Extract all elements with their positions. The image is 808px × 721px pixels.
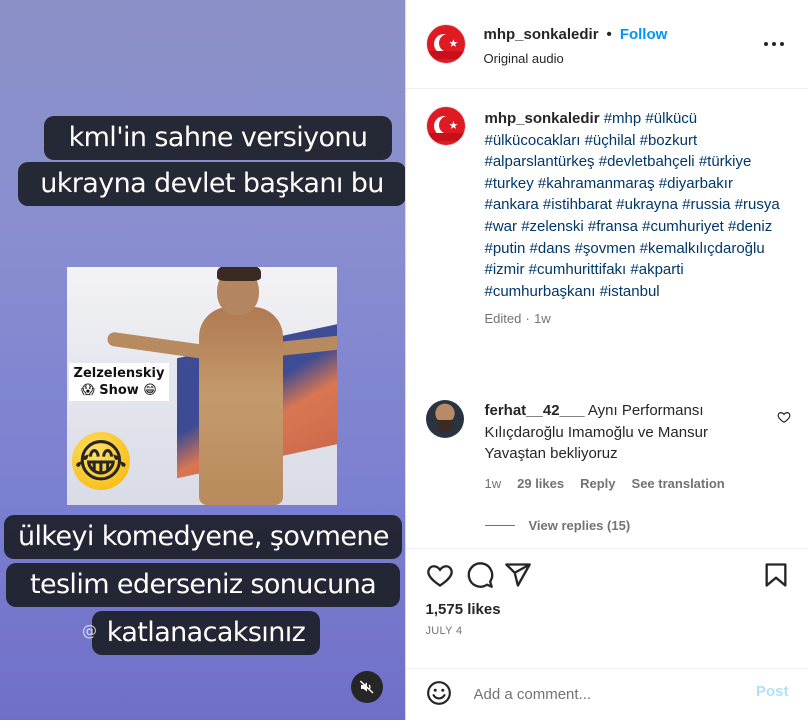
caption-author-avatar[interactable]: ★ bbox=[426, 106, 466, 146]
hashtag-link[interactable]: #fransa bbox=[588, 218, 638, 235]
edited-label: Edited bbox=[485, 311, 522, 326]
hashtag-list: #mhp #ülkücü #ülkücocakları #üçhilal #bo… bbox=[485, 110, 780, 300]
sticker-line-2: 😱 Show 😁 bbox=[69, 382, 169, 399]
comment-bubble-icon[interactable] bbox=[466, 561, 494, 589]
hashtag-link[interactable]: #ülkücü bbox=[645, 110, 697, 127]
hashtag-link[interactable]: #cumhurittifakı bbox=[529, 261, 627, 278]
comment-time[interactable]: 1w bbox=[485, 476, 502, 491]
hashtag-link[interactable]: #dans bbox=[530, 240, 571, 257]
post-header: ★ mhp_sonkaledir • Follow Original audio bbox=[406, 0, 808, 89]
add-comment-input[interactable] bbox=[472, 681, 736, 707]
hashtag-link[interactable]: #istihbarat bbox=[543, 196, 612, 213]
post-comment-button[interactable]: Post bbox=[756, 683, 789, 700]
hashtag-link[interactable]: #devletbahçeli bbox=[599, 153, 695, 170]
comment-like-heart-icon[interactable] bbox=[777, 410, 791, 424]
author-username[interactable]: mhp_sonkaledir bbox=[484, 26, 599, 43]
post-date[interactable]: JULY 4 bbox=[426, 625, 463, 637]
add-comment-bar: Post bbox=[406, 668, 808, 721]
video-caption-top-1: kml'in sahne versiyonu bbox=[44, 116, 392, 160]
hashtag-link[interactable]: #ukrayna bbox=[616, 196, 678, 213]
save-bookmark-icon[interactable] bbox=[762, 561, 790, 589]
laughing-emoji-icon: 😂 bbox=[72, 432, 130, 490]
share-paper-plane-icon[interactable] bbox=[504, 561, 532, 589]
more-horizontal-icon bbox=[764, 42, 768, 46]
caption-meta: Edited · 1w bbox=[485, 308, 785, 330]
view-replies-button[interactable]: View replies (15) bbox=[485, 518, 631, 533]
view-replies-label: View replies (15) bbox=[529, 518, 631, 533]
more-dot bbox=[772, 42, 776, 46]
comment: ferhat__42___ Aynı Performansı Kılıçdaro… bbox=[485, 400, 760, 465]
video-caption-top-2: ukrayna devlet başkanı bu bbox=[18, 162, 405, 206]
hashtag-link[interactable]: #cumhurbaşkanı bbox=[485, 283, 596, 300]
hashtag-link[interactable]: #akparti bbox=[630, 261, 683, 278]
post-side-panel: ★ mhp_sonkaledir • Follow Original audio… bbox=[405, 0, 808, 720]
video-caption-bottom-3: katlanacaksınız bbox=[92, 611, 320, 655]
hashtag-link[interactable]: #cumhuriyet bbox=[642, 218, 724, 235]
star-icon: ★ bbox=[449, 119, 459, 132]
hashtag-link[interactable]: #zelenski bbox=[521, 218, 584, 235]
reply-button[interactable]: Reply bbox=[580, 476, 615, 491]
comment-meta: 1w 29 likes Reply See translation bbox=[485, 476, 725, 491]
performer-figure bbox=[199, 307, 283, 505]
star-icon: ★ bbox=[449, 37, 459, 50]
avatar-ribbon bbox=[427, 51, 466, 59]
edited-separator: · bbox=[526, 311, 530, 326]
emoji-smile-icon[interactable] bbox=[426, 680, 452, 706]
post-caption: mhp_sonkaledir #mhp #ülkücü #ülkücocakla… bbox=[485, 108, 785, 330]
see-translation-button[interactable]: See translation bbox=[632, 476, 725, 491]
edited-time[interactable]: 1w bbox=[534, 311, 551, 326]
hashtag-link[interactable]: #diyarbakır bbox=[659, 175, 733, 192]
audio-label[interactable]: Original audio bbox=[484, 51, 564, 66]
hashtag-link[interactable]: #kahramanmaraş bbox=[538, 175, 655, 192]
comment-likes[interactable]: 29 likes bbox=[517, 476, 564, 491]
performer-hair bbox=[217, 267, 261, 281]
hashtag-link[interactable]: #rusya bbox=[735, 196, 780, 213]
hashtag-link[interactable]: #putin bbox=[485, 240, 526, 257]
hashtag-link[interactable]: #alparslantürkeş bbox=[485, 153, 595, 170]
hashtag-link[interactable]: #ankara bbox=[485, 196, 539, 213]
video-watermark: @ bbox=[82, 622, 97, 640]
avatar-ribbon bbox=[427, 133, 466, 141]
hashtag-link[interactable]: #üçhilal bbox=[585, 132, 636, 149]
more-dot bbox=[780, 42, 784, 46]
video-player[interactable]: kml'in sahne versiyonu ukrayna devlet ba… bbox=[0, 0, 405, 720]
video-sticker: Zelzelenskiy 😱 Show 😁 bbox=[69, 363, 169, 401]
author-avatar[interactable]: ★ bbox=[426, 24, 466, 64]
post-modal: kml'in sahne versiyonu ukrayna devlet ba… bbox=[0, 0, 808, 720]
header-title-row: mhp_sonkaledir • Follow bbox=[484, 26, 668, 43]
video-caption-bottom-2: teslim ederseniz sonucuna bbox=[6, 563, 400, 607]
hashtag-link[interactable]: #ülkücocakları bbox=[485, 132, 581, 149]
hashtag-link[interactable]: #türkiye bbox=[699, 153, 752, 170]
hashtag-link[interactable]: #mhp bbox=[604, 110, 642, 127]
hashtag-link[interactable]: #izmir bbox=[485, 261, 525, 278]
hashtag-link[interactable]: #kemalkılıçdaroğlu bbox=[640, 240, 765, 257]
hashtag-link[interactable]: #deniz bbox=[728, 218, 772, 235]
hashtag-link[interactable]: #war bbox=[485, 218, 518, 235]
header-separator: • bbox=[607, 26, 612, 43]
hashtag-link[interactable]: #turkey bbox=[485, 175, 534, 192]
speaker-muted-icon bbox=[359, 679, 375, 695]
caption-username[interactable]: mhp_sonkaledir bbox=[485, 110, 600, 127]
more-options-button[interactable] bbox=[764, 34, 784, 54]
mute-button[interactable] bbox=[351, 671, 383, 703]
video-caption-bottom-1: ülkeyi komedyene, şovmene bbox=[4, 515, 402, 559]
commenter-avatar[interactable] bbox=[426, 400, 464, 438]
hashtag-link[interactable]: #russia bbox=[682, 196, 730, 213]
replies-divider bbox=[485, 525, 515, 526]
commenter-username[interactable]: ferhat__42___ bbox=[485, 402, 585, 419]
likes-count[interactable]: 1,575 likes bbox=[426, 601, 501, 618]
hashtag-link[interactable]: #şovmen bbox=[575, 240, 636, 257]
avatar-beard bbox=[437, 420, 453, 432]
like-heart-icon[interactable] bbox=[426, 561, 454, 589]
sticker-line-1: Zelzelenskiy bbox=[69, 365, 169, 382]
follow-button[interactable]: Follow bbox=[620, 26, 668, 43]
hashtag-link[interactable]: #bozkurt bbox=[640, 132, 698, 149]
hashtag-link[interactable]: #istanbul bbox=[600, 283, 660, 300]
